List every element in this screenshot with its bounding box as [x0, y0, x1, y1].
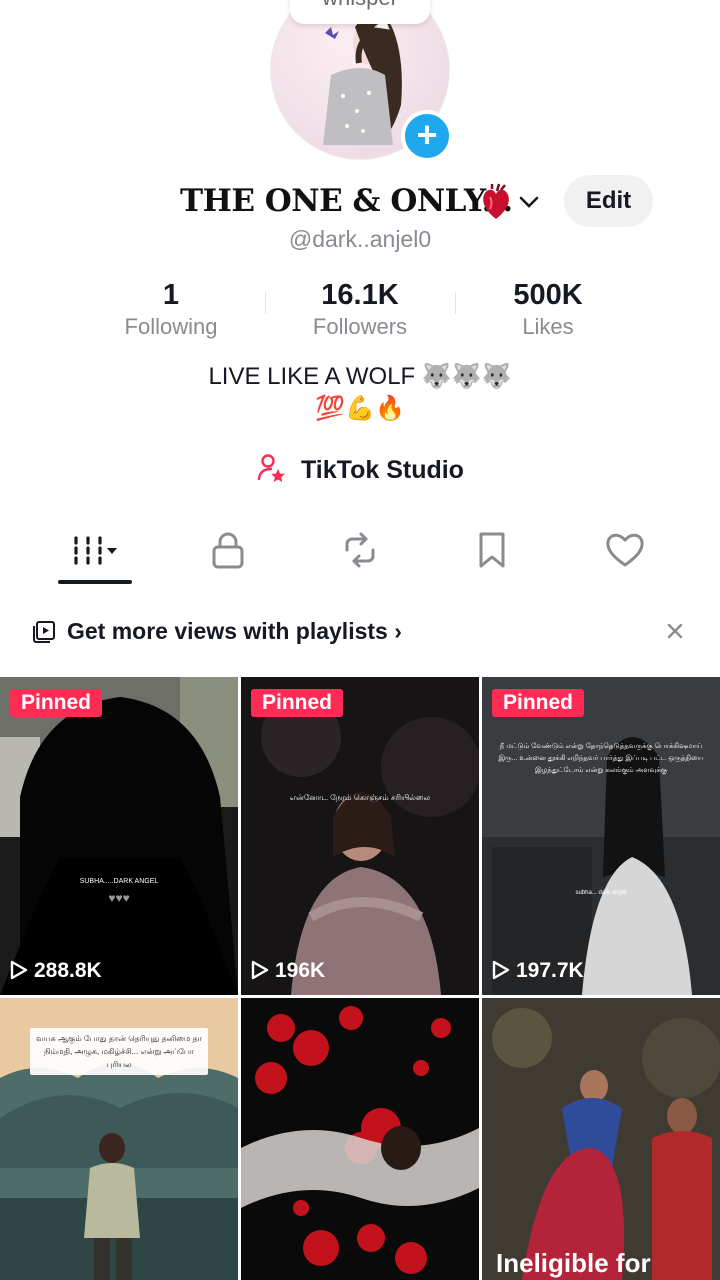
thumbnail-image [482, 998, 720, 1280]
thumbnail-image [241, 677, 479, 995]
thumbnail-image [482, 677, 720, 995]
bio-line-1: LIVE LIKE A WOLF 🐺🐺🐺 [0, 362, 720, 391]
following-label: Following [124, 314, 218, 339]
heart-outline-icon [606, 533, 644, 567]
play-icon [492, 960, 510, 980]
thumbnail-image [241, 998, 479, 1280]
video-thumbnail[interactable]: Pinned என்னோட நேரம் கொஞ்சம் சரியில்லை 19… [241, 677, 479, 995]
likes-label: Likes [522, 314, 574, 339]
view-count-value: 197.7K [516, 959, 584, 982]
tiktok-studio-link[interactable]: TikTok Studio [0, 452, 720, 485]
bookmark-icon [479, 532, 505, 568]
view-count: 197.7K [492, 959, 584, 983]
add-photo-button[interactable]: + [401, 110, 453, 162]
likes-count: 500K [513, 279, 583, 311]
video-overlay-signature: subha... dark angel [575, 890, 627, 896]
pinned-badge: Pinned [492, 689, 585, 717]
view-count: 288.8K [10, 959, 102, 983]
username: @dark..anjel0 [288, 226, 432, 252]
tab-private[interactable] [188, 520, 268, 580]
wolf-emojis: 🐺🐺🐺 [421, 362, 512, 390]
stat-following[interactable]: 1 Following [71, 278, 271, 342]
play-icon [10, 960, 28, 980]
play-icon [251, 960, 269, 980]
video-overlay-text: நீ மட்டும் வேண்டும் என்று தோந்தெடுத்தவரு… [498, 743, 704, 774]
playlist-promo-label: Get more views with playlists [67, 618, 388, 644]
bio-text: LIVE LIKE A WOLF [208, 363, 416, 390]
videos-grid-icon [74, 536, 117, 565]
video-thumbnail[interactable]: வயசு ஆகும் போது தான் தெரியுது தனிமை தா ந… [0, 998, 238, 1280]
pinned-badge: Pinned [251, 689, 344, 717]
display-name: THE ONE & ONLY... [180, 183, 513, 219]
playlist-icon [33, 621, 55, 643]
video-caption-box: வயசு ஆகும் போது தான் தெரியுது தனிமை தா ந… [30, 1028, 208, 1075]
following-count: 1 [162, 279, 180, 311]
anatomical-heart-icon [483, 183, 509, 219]
edit-profile-button[interactable]: Edit [564, 175, 653, 227]
followers-label: Followers [312, 314, 408, 339]
video-thumbnail[interactable]: Pinned SUBHA.....DARK ANGEL ♥♥♥ 288.8K [0, 677, 238, 995]
hearts-decoration: ♥♥♥ [108, 891, 130, 905]
video-overlay-text: என்னோட நேரம் கொஞ்சம் சரியில்லை [289, 793, 431, 802]
ineligible-overlay-text: Ineligible for [496, 1248, 651, 1278]
tab-reposts[interactable] [320, 520, 400, 580]
video-thumbnail[interactable]: Pinned நீ மட்டும் வேண்டும் என்று தோந்தெட… [482, 677, 720, 995]
video-overlay-text: SUBHA.....DARK ANGEL [79, 878, 159, 885]
view-count: 196K [251, 959, 325, 983]
tab-favorites[interactable] [452, 520, 532, 580]
playlist-promo-banner[interactable]: Get more views with playlists › [0, 604, 720, 660]
playlist-promo-text: Get more views with playlists › [67, 618, 402, 645]
creator-star-icon [257, 454, 285, 482]
nickname-pill[interactable]: whisper [290, 0, 430, 24]
view-count-value: 288.8K [34, 959, 102, 982]
tab-liked[interactable] [585, 520, 665, 580]
close-icon[interactable] [664, 620, 686, 642]
chevron-down-icon[interactable] [518, 191, 540, 213]
active-tab-indicator [58, 580, 132, 584]
view-count-value: 196K [275, 959, 326, 982]
bio-line-2: 💯💪🔥 [315, 394, 405, 422]
video-thumbnail[interactable] [241, 998, 479, 1280]
video-grid: Pinned SUBHA.....DARK ANGEL ♥♥♥ 288.8K P… [0, 677, 720, 1280]
pinned-badge: Pinned [10, 689, 103, 717]
chevron-right-icon: › [394, 618, 402, 644]
followers-count: 16.1K [321, 279, 399, 311]
repost-icon [345, 532, 375, 568]
tab-videos[interactable] [55, 520, 135, 580]
stat-likes[interactable]: 500K Likes [448, 278, 648, 342]
tiktok-studio-label: TikTok Studio [300, 456, 464, 484]
video-thumbnail[interactable]: Ineligible for [482, 998, 720, 1280]
stat-followers[interactable]: 16.1K Followers [260, 278, 460, 342]
thumbnail-image [0, 677, 238, 995]
lock-icon [212, 532, 244, 569]
